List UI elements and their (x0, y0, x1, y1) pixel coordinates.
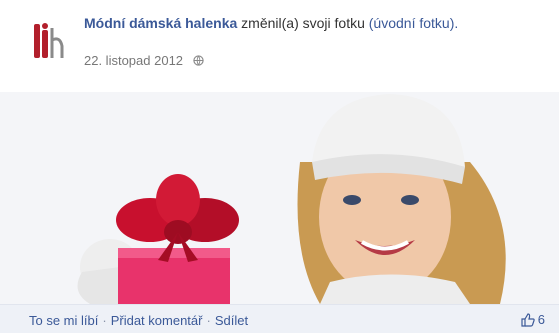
post-action-text: změnil(a) svoji fotku (241, 15, 365, 31)
post-date[interactable]: 22. listopad 2012 (84, 53, 183, 68)
album-link[interactable]: (úvodní fotku). (369, 15, 459, 31)
separator: · (102, 313, 107, 328)
share-link[interactable]: Sdílet (215, 313, 248, 328)
post-footer: To se mi líbí · Přidat komentář · Sdílet 6 (0, 304, 559, 333)
thumbs-up-icon (521, 313, 535, 327)
like-count-button[interactable]: 6 (521, 312, 545, 327)
globe-icon (192, 54, 204, 69)
like-count: 6 (537, 312, 545, 327)
separator: · (206, 313, 211, 328)
post-actions: To se mi líbí · Přidat komentář · Sdílet (29, 313, 248, 328)
cover-photo[interactable] (0, 92, 559, 304)
like-link[interactable]: To se mi líbí (29, 313, 98, 328)
post-header: Módní dámská halenka změnil(a) svoji fot… (0, 0, 559, 92)
cover-photo-image (0, 92, 559, 304)
post-title: Módní dámská halenka změnil(a) svoji fot… (84, 14, 504, 32)
page-avatar[interactable] (30, 18, 74, 62)
author-link[interactable]: Módní dámská halenka (84, 15, 237, 31)
post-meta: 22. listopad 2012 (84, 53, 204, 69)
comment-link[interactable]: Přidat komentář (111, 313, 203, 328)
